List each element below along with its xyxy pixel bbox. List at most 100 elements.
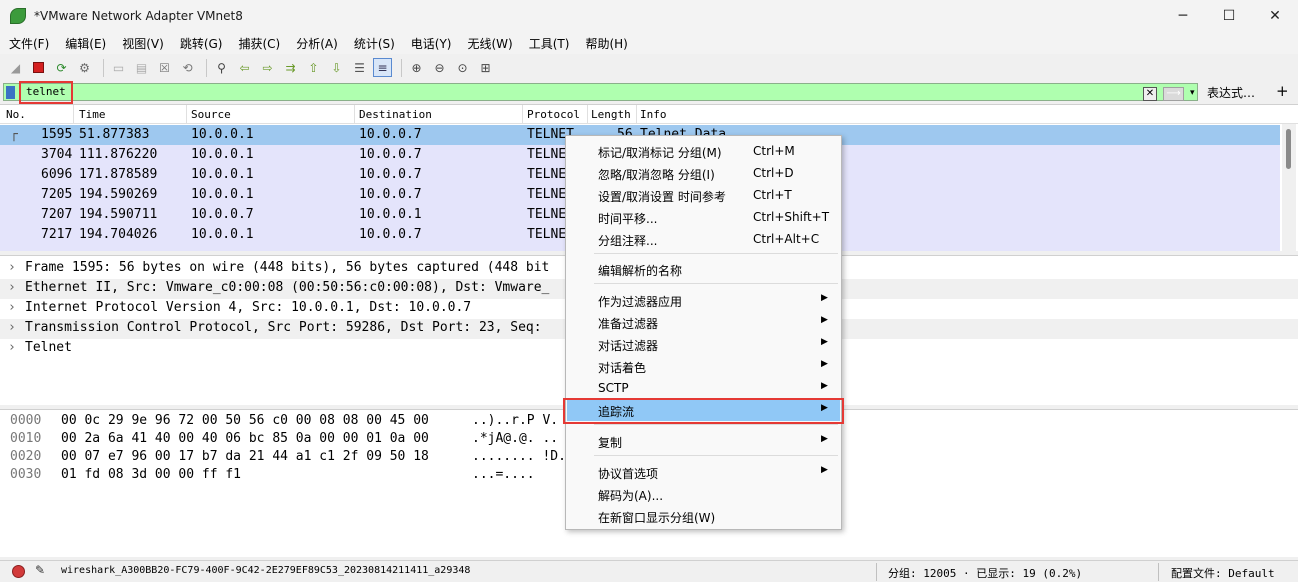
menu-help[interactable]: 帮助(H) <box>576 35 634 52</box>
hex-bytes[interactable]: 00 0c 29 9e 96 72 00 50 56 c0 00 08 08 0… <box>61 413 429 428</box>
hex-bytes[interactable]: 00 07 e7 96 00 17 b7 da 21 44 a1 c1 2f 0… <box>61 449 429 464</box>
colorize-icon[interactable]: ≡ <box>373 58 392 77</box>
packet-no: 1595 <box>41 127 73 142</box>
zoom-reset-icon[interactable]: ⊙ <box>453 58 472 77</box>
first-packet-icon[interactable]: ⇧ <box>304 58 323 77</box>
window-title: *VMware Network Adapter VMnet8 <box>34 9 243 23</box>
close-file-icon[interactable]: ☒ <box>155 58 174 77</box>
capture-comment-icon[interactable]: ✎ <box>35 563 45 577</box>
last-packet-icon[interactable]: ⇩ <box>327 58 346 77</box>
ctx-mark-packet[interactable]: 标记/取消标记 分组(M) Ctrl+M <box>567 140 840 162</box>
packet-no: 6096 <box>41 167 73 182</box>
expert-info-icon[interactable] <box>12 565 25 578</box>
close-button[interactable]: ✕ <box>1252 0 1298 32</box>
window-controls: ─ ☐ ✕ <box>1160 0 1298 32</box>
zoom-out-icon[interactable]: ⊖ <box>430 58 449 77</box>
ctx-ignore-packet[interactable]: 忽略/取消忽略 分组(I) Ctrl+D <box>567 162 840 184</box>
status-bar: ✎ wireshark_A300BB20-FC79-400F-9C42-2E27… <box>0 560 1298 582</box>
hex-bytes[interactable]: 00 2a 6a 41 40 00 40 06 bc 85 0a 00 00 0… <box>61 431 429 446</box>
packet-list-header: No. Time Source Destination Protocol Len… <box>0 105 1298 124</box>
go-back-icon[interactable]: ⇦ <box>235 58 254 77</box>
column-destination[interactable]: Destination <box>359 108 432 121</box>
apply-filter-icon[interactable]: ⟶ <box>1163 87 1184 101</box>
menu-edit[interactable]: 编辑(E) <box>56 35 113 52</box>
bookmark-icon[interactable] <box>6 86 15 99</box>
menu-file[interactable]: 文件(F) <box>0 35 56 52</box>
menu-analyze[interactable]: 分析(A) <box>287 35 345 52</box>
save-file-icon[interactable]: ▤ <box>132 58 151 77</box>
zoom-in-icon[interactable]: ⊕ <box>407 58 426 77</box>
go-to-packet-icon[interactable]: ⇉ <box>281 58 300 77</box>
hex-ascii[interactable]: ........ !D. <box>472 449 566 464</box>
ctx-prepare-filter[interactable]: 准备过滤器 ▶ <box>567 311 840 333</box>
ctx-sctp[interactable]: SCTP ▶ <box>567 377 840 399</box>
packet-time: 194.704026 <box>79 227 158 242</box>
capture-options-icon[interactable]: ⚙ <box>75 58 94 77</box>
ctx-colorize-conversation[interactable]: 对话着色 ▶ <box>567 355 840 377</box>
submenu-arrow-icon: ▶ <box>821 381 828 391</box>
ctx-decode-as[interactable]: 解码为(A)... <box>567 483 840 505</box>
restart-capture-icon[interactable]: ⟳ <box>52 58 71 77</box>
maximize-button[interactable]: ☐ <box>1206 0 1252 32</box>
menu-telephony[interactable]: 电话(Y) <box>402 35 459 52</box>
expand-caret-icon[interactable]: › <box>8 280 16 295</box>
expand-caret-icon[interactable]: › <box>8 300 16 315</box>
column-protocol[interactable]: Protocol <box>527 108 580 121</box>
expression-button[interactable]: 表达式… <box>1207 84 1255 101</box>
start-capture-icon[interactable]: ◢ <box>6 58 25 77</box>
resize-columns-icon[interactable]: ⊞ <box>476 58 495 77</box>
title-bar: *VMware Network Adapter VMnet8 ─ ☐ ✕ <box>0 0 1298 32</box>
clear-filter-icon[interactable]: ✕ <box>1143 87 1157 101</box>
expand-caret-icon[interactable]: › <box>8 260 16 275</box>
ctx-time-shift[interactable]: 时间平移... Ctrl+Shift+T <box>567 206 840 228</box>
column-source[interactable]: Source <box>191 108 231 121</box>
reload-file-icon[interactable]: ⟲ <box>178 58 197 77</box>
expand-caret-icon[interactable]: › <box>8 340 16 355</box>
ctx-copy[interactable]: 复制 ▶ <box>567 430 840 452</box>
hex-ascii[interactable]: .*jA@.@. .. <box>472 431 558 446</box>
go-forward-icon[interactable]: ⇨ <box>258 58 277 77</box>
packet-destination: 10.0.0.7 <box>359 147 422 162</box>
menu-capture[interactable]: 捕获(C) <box>229 35 287 52</box>
minimize-button[interactable]: ─ <box>1160 0 1206 32</box>
submenu-arrow-icon: ▶ <box>821 337 828 347</box>
filter-history-chevron-icon[interactable]: ▾ <box>1190 88 1195 98</box>
packet-list-scrollbar[interactable] <box>1282 124 1296 251</box>
hex-ascii[interactable]: ...=.... <box>472 467 535 482</box>
packet-no: 7217 <box>41 227 73 242</box>
ctx-edit-resolved-name[interactable]: 编辑解析的名称 <box>567 258 840 280</box>
column-time[interactable]: Time <box>79 108 106 121</box>
ctx-show-in-new-window[interactable]: 在新窗口显示分组(W) <box>567 505 840 527</box>
hex-ascii[interactable]: ..)..r.P V. <box>472 413 558 428</box>
menu-wireless[interactable]: 无线(W) <box>459 35 520 52</box>
packet-source: 10.0.0.7 <box>191 207 254 222</box>
column-length[interactable]: Length <box>591 108 631 121</box>
stop-capture-icon[interactable] <box>29 58 48 77</box>
ctx-conversation-filter[interactable]: 对话过滤器 ▶ <box>567 333 840 355</box>
ctx-time-reference[interactable]: 设置/取消设置 时间参考 Ctrl+T <box>567 184 840 206</box>
ctx-packet-comment[interactable]: 分组注释... Ctrl+Alt+C <box>567 228 840 250</box>
packet-destination: 10.0.0.7 <box>359 187 422 202</box>
hex-bytes[interactable]: 01 fd 08 3d 00 00 ff f1 <box>61 467 241 482</box>
packet-protocol: TELNE <box>527 147 567 162</box>
packet-time: 111.876220 <box>79 147 158 162</box>
scroll-thumb[interactable] <box>1286 129 1291 169</box>
menu-view[interactable]: 视图(V) <box>113 35 171 52</box>
menu-go[interactable]: 跳转(G) <box>171 35 230 52</box>
expand-caret-icon[interactable]: › <box>8 320 16 335</box>
ctx-apply-as-filter[interactable]: 作为过滤器应用 ▶ <box>567 289 840 311</box>
submenu-arrow-icon: ▶ <box>821 359 828 369</box>
find-packet-icon[interactable]: ⚲ <box>212 58 231 77</box>
packet-protocol: TELNE <box>527 167 567 182</box>
open-file-icon[interactable]: ▭ <box>109 58 128 77</box>
autoscroll-icon[interactable]: ☰ <box>350 58 369 77</box>
profile-selector[interactable]: 配置文件: Default <box>1171 565 1275 581</box>
ctx-protocol-preferences[interactable]: 协议首选项 ▶ <box>567 461 840 483</box>
column-no[interactable]: No. <box>6 108 26 121</box>
menu-statistics[interactable]: 统计(S) <box>345 35 402 52</box>
column-info[interactable]: Info <box>640 108 667 121</box>
display-filter-input[interactable]: telnet ✕ ⟶ ▾ <box>3 83 1198 101</box>
add-filter-button[interactable]: + <box>1276 82 1289 100</box>
packet-destination: 10.0.0.7 <box>359 167 422 182</box>
menu-tools[interactable]: 工具(T) <box>520 35 577 52</box>
